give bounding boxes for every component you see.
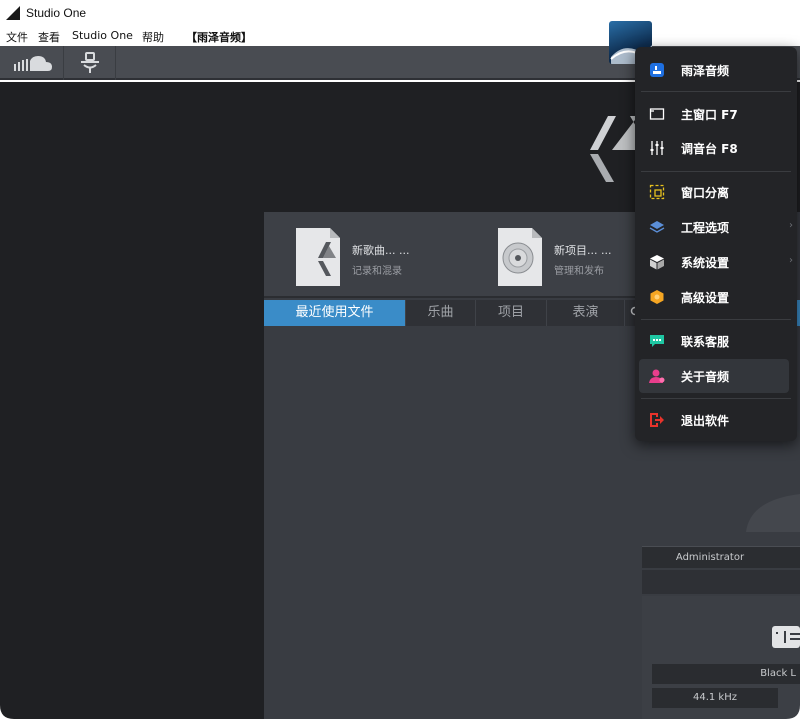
sample-rate-field[interactable]: 44.1 kHz [652,688,778,708]
menu-help[interactable]: 帮助 [142,29,164,45]
new-project-button[interactable]: 新项目... ... 管理和发布 [498,228,644,288]
mixer-sliders-icon [650,141,664,155]
cloud-button[interactable] [0,46,64,80]
menu-file[interactable]: 文件 [6,29,28,45]
menu-separator [641,91,791,92]
menu-item-contact-support[interactable]: 联系客服 [639,324,789,358]
menu-item-label: 工程选项 [681,221,730,235]
menu-item-label: 系统设置 [681,256,730,270]
menu-item-system-settings[interactable]: 系统设置 › [639,245,793,279]
audio-interface-icon [772,626,800,648]
menu-item-label: 高级设置 [681,291,730,305]
device-name-field[interactable]: Black L [652,664,800,684]
user-name-bar: Administrator [642,546,800,568]
title-bar: Studio One [0,0,800,26]
tab-recent-files[interactable]: 最近使用文件 [264,300,406,326]
menu-item-mixer[interactable]: 调音台 F8 [639,131,789,165]
menu-item-label: 雨泽音频 [681,64,730,78]
menu-item-brand[interactable]: 雨泽音频 [639,53,789,87]
submenu-arrow-icon: › [789,220,793,231]
brand-logo-icon [650,63,664,77]
new-song-button[interactable]: 新歌曲... ... 记录和混录 [296,228,466,288]
menu-brand-tag[interactable]: 【雨泽音频】 [186,29,252,45]
connect-button[interactable] [64,46,116,80]
menu-item-label: 调音台 F8 [681,142,738,156]
menu-item-project-options[interactable]: 工程选项 › [639,210,793,244]
user-icon [649,369,665,383]
menu-item-exit[interactable]: 退出软件 [639,403,789,437]
hexagon-icon [650,290,664,304]
exit-icon [650,413,664,427]
account-dropdown-menu: 雨泽音频 主窗口 F7 调音台 F8 窗口分离 工程选项 › 系统设置 › 高级… [635,47,797,441]
tab-songs[interactable]: 乐曲 [406,300,476,326]
menu-view[interactable]: 查看 [38,29,60,45]
cloud-icon [14,56,52,71]
window-icon [649,108,665,120]
project-disc-icon [498,228,542,286]
menu-item-label: 窗口分离 [681,186,730,200]
song-document-icon [296,228,340,286]
menu-separator [641,319,791,320]
menu-item-label: 主窗口 F7 [681,108,738,122]
tab-projects[interactable]: 项目 [476,300,547,326]
screen-corner [0,705,14,719]
new-project-title: 新项目... ... [554,244,612,257]
menu-item-label: 退出软件 [681,414,730,428]
screen-corner [786,705,800,719]
new-project-subtitle: 管理和发布 [554,266,604,277]
menu-item-label: 联系客服 [681,335,730,349]
cube-icon [650,255,664,270]
menu-separator [641,398,791,399]
menu-item-main-window[interactable]: 主窗口 F7 [639,97,789,131]
audio-device-panel: Black L 44.1 kHz [642,596,800,719]
menu-item-about[interactable]: 关于音频 [639,359,789,393]
menu-bar: 文件 查看 Studio One 帮助 【雨泽音频】 [0,26,800,46]
profile-silhouette-icon [746,494,800,532]
new-song-subtitle: 记录和混录 [352,266,402,277]
device-header [642,570,800,594]
menu-item-detach-window[interactable]: 窗口分离 [639,175,789,209]
menu-item-label: 关于音频 [681,370,730,384]
plug-icon [81,52,99,73]
new-document-area: 新歌曲... ... 记录和混录 新项目... ... 管理和发布 [264,212,644,298]
chat-icon [650,335,664,347]
submenu-arrow-icon: › [789,255,793,266]
user-name: Administrator [675,552,745,563]
app-logo-icon [6,6,20,20]
tab-shows[interactable]: 表演 [547,300,625,326]
new-song-title: 新歌曲... ... [352,244,410,257]
start-panel: 新歌曲... ... 记录和混录 新项目... ... 管理和发布 最近使用文件… [264,212,644,719]
detach-window-icon [649,184,665,200]
menu-item-advanced-settings[interactable]: 高级设置 [639,280,789,314]
menu-separator [641,171,791,172]
layers-icon [649,221,665,233]
menu-studio-one[interactable]: Studio One [72,29,133,42]
recent-tabs: 最近使用文件 乐曲 项目 表演 [264,300,644,326]
window-title: Studio One [26,6,87,20]
